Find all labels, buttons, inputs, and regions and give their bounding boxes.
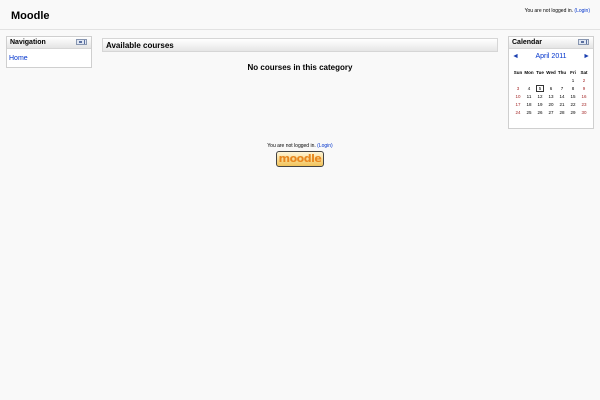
calendar-day: 24 bbox=[515, 109, 521, 115]
calendar-week-row: 3 456 7 8 9 bbox=[513, 84, 590, 92]
calendar-day: 16 bbox=[581, 93, 587, 99]
dock-block-icon[interactable] bbox=[578, 39, 589, 45]
calendar-day: 7 bbox=[560, 85, 564, 91]
calendar-day: 10 bbox=[515, 93, 521, 99]
calendar-weekday: Thu bbox=[557, 69, 567, 75]
calendar-weekday: Mon bbox=[524, 69, 534, 75]
login-info: You are not logged in. (Login) bbox=[525, 8, 590, 14]
calendar-day: 4 bbox=[527, 85, 531, 91]
calendar-day: 12 bbox=[537, 93, 543, 99]
calendar-day: 15 bbox=[570, 93, 576, 99]
calendar-day: 27 bbox=[548, 109, 554, 115]
calendar-weekday: Fri bbox=[570, 69, 576, 75]
next-month-icon[interactable]: ► bbox=[583, 53, 590, 60]
calendar-day: 14 bbox=[559, 93, 565, 99]
calendar-day: 9 bbox=[582, 85, 586, 91]
calendar-day: 22 bbox=[570, 101, 576, 107]
calendar-month-link[interactable]: April 2011 bbox=[535, 53, 566, 60]
calendar-weekday: Wed bbox=[546, 69, 556, 75]
calendar-day: 3 bbox=[516, 85, 520, 91]
footer-login-text: You are not logged in. bbox=[267, 143, 316, 149]
available-courses-heading: Available courses bbox=[102, 38, 498, 52]
calendar-day: 1 bbox=[571, 77, 575, 83]
calendar-days: 1 2 3 4 5 6 7 8 9 10 11 12 13 14 15 16 17 18 19 20 21 22 23 24 2… bbox=[513, 76, 590, 116]
navigation-block-header: Navigation bbox=[7, 37, 91, 49]
previous-month-icon[interactable]: ◄ bbox=[512, 53, 519, 60]
calendar-day: 6 bbox=[549, 85, 553, 91]
calendar-month-nav: ◄ April 2011 ► bbox=[509, 53, 593, 65]
calendar-day: 13 bbox=[548, 93, 554, 99]
login-link[interactable]: (Login) bbox=[574, 8, 590, 14]
calendar-week-row: 12 bbox=[513, 76, 590, 84]
calendar-week-row: 10 11 12 13 14 15 16 bbox=[513, 92, 590, 100]
calendar-day: 30 bbox=[581, 109, 587, 115]
calendar-day bbox=[524, 76, 535, 84]
calendar-weekday: Sun bbox=[513, 69, 523, 75]
calendar-day bbox=[546, 76, 557, 84]
calendar-day: 23 bbox=[581, 101, 587, 107]
moodle-logo[interactable]: moodle bbox=[276, 151, 324, 167]
calendar-day: 25 bbox=[526, 109, 532, 115]
calendar-day: 11 bbox=[526, 93, 532, 99]
calendar-day: 20 bbox=[548, 101, 554, 107]
calendar-weekday: Sat bbox=[580, 69, 588, 75]
calendar-day: 28 bbox=[559, 109, 565, 115]
calendar-day: 17 bbox=[515, 101, 521, 107]
navigation-block-title: Navigation bbox=[10, 39, 46, 46]
calendar-block-header: Calendar bbox=[509, 37, 593, 49]
calendar-day: 19 bbox=[537, 101, 543, 107]
navigation-block: Navigation Home bbox=[6, 36, 92, 68]
calendar-day: 29 bbox=[570, 109, 576, 115]
empty-courses-message: No courses in this category bbox=[247, 63, 353, 72]
calendar-day: 8 bbox=[571, 85, 575, 91]
login-info-text: You are not logged in. bbox=[524, 8, 574, 14]
calendar-day bbox=[513, 76, 524, 84]
calendar-day: 26 bbox=[537, 109, 543, 115]
footer-login-link[interactable]: (Login) bbox=[317, 143, 333, 149]
header-divider bbox=[0, 29, 600, 30]
calendar-week-row: 17 18 19 20 21 22 23 bbox=[513, 100, 590, 108]
calendar-day: 2 bbox=[582, 77, 586, 83]
calendar-weekday: Tue bbox=[536, 69, 544, 75]
calendar-today-marker: 5 bbox=[535, 84, 545, 92]
dock-block-icon[interactable] bbox=[76, 39, 87, 45]
calendar-day: 21 bbox=[559, 101, 565, 107]
calendar-block-title: Calendar bbox=[512, 39, 542, 46]
footer-login-info: You are not logged in. (Login) bbox=[200, 143, 400, 149]
calendar-block: Calendar ◄ April 2011 ► Sun Mon Tue Wed Thu F… bbox=[508, 36, 594, 129]
calendar-week-row: 24 25 26 27 28 29 30 bbox=[513, 108, 590, 116]
calendar-day: 18 bbox=[526, 101, 532, 107]
calendar-day bbox=[557, 76, 568, 84]
home-link[interactable]: Home bbox=[9, 55, 91, 62]
calendar-grid: Sun Mon Tue Wed Thu Fri Sat 1 2 3 4 5 6 7 8 9 10 11 12 13 1… bbox=[513, 68, 590, 116]
calendar-day: 5 bbox=[535, 84, 546, 92]
site-title[interactable]: Moodle bbox=[11, 10, 50, 22]
calendar-weekday-row: Sun Mon Tue Wed Thu Fri Sat bbox=[513, 68, 590, 76]
calendar-day bbox=[535, 76, 546, 84]
